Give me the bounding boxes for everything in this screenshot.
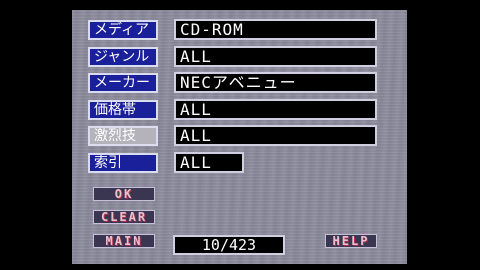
result-counter: 10/423 (173, 235, 285, 255)
value-index[interactable]: ALL (174, 152, 244, 173)
label-index[interactable]: 索引 (88, 153, 158, 173)
clear-button[interactable]: CLEAR (93, 210, 155, 224)
value-media[interactable]: CD-ROM (174, 19, 377, 40)
label-genre[interactable]: ジャンル (88, 47, 158, 67)
value-maker[interactable]: NECアベニュー (174, 72, 377, 93)
label-special-move[interactable]: 激烈技 (88, 126, 158, 146)
help-button[interactable]: HELP (325, 234, 377, 248)
label-maker[interactable]: メーカー (88, 73, 158, 93)
value-genre[interactable]: ALL (174, 46, 377, 67)
value-special-move[interactable]: ALL (174, 125, 377, 146)
ok-button[interactable]: OK (93, 187, 155, 201)
label-price-range[interactable]: 価格帯 (88, 100, 158, 120)
value-price-range[interactable]: ALL (174, 99, 377, 120)
label-media[interactable]: メディア (88, 20, 158, 40)
main-button[interactable]: MAIN (93, 234, 155, 248)
